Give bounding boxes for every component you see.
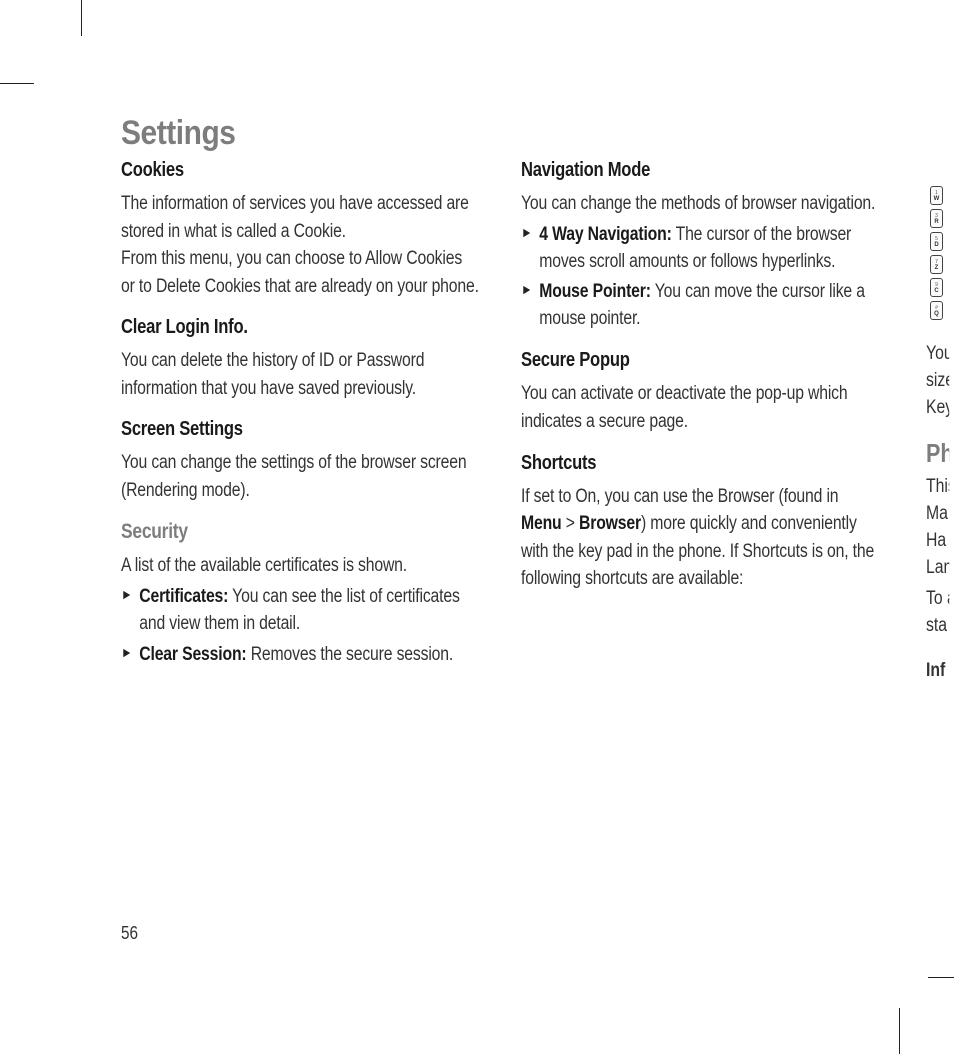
phone-key-icon: 5D xyxy=(930,232,943,251)
peek-text: Ma xyxy=(926,500,949,527)
triangle-bullet-icon: ► xyxy=(521,223,532,243)
text-fragment: > xyxy=(562,513,579,534)
crop-mark xyxy=(0,83,34,84)
bullet-list: ►Certificates: You can see the list of c… xyxy=(121,584,481,669)
heading-clear-login: Clear Login Info. xyxy=(121,316,420,339)
peek-text: Lan xyxy=(926,554,949,581)
body-text: If set to On, you can use the Browser (f… xyxy=(521,483,880,593)
peek-text: sta xyxy=(926,612,949,639)
crop-mark xyxy=(81,0,82,36)
triangle-bullet-icon: ► xyxy=(121,643,132,663)
heading-shortcuts: Shortcuts xyxy=(521,452,820,475)
phone-key-icon: #Q xyxy=(930,301,943,320)
list-item: ►4 Way Navigation: The cursor of the bro… xyxy=(521,222,880,276)
crop-mark xyxy=(899,1008,900,1054)
body-text: The information of services you have acc… xyxy=(121,190,480,245)
left-column: Cookies The information of services you … xyxy=(121,159,481,673)
heading-secure-popup: Secure Popup xyxy=(521,349,820,372)
list-item: ► Clear Session: Removes the secure sessi… xyxy=(121,642,480,669)
body-text: You can activate or deactivate the pop-u… xyxy=(521,380,880,435)
crop-mark xyxy=(928,977,954,978)
right-column: Navigation Mode You can change the metho… xyxy=(521,159,881,673)
bold-label: Certificates: xyxy=(139,586,228,607)
body-text: From this menu, you can choose to Allow … xyxy=(121,245,480,300)
heading-security: Security xyxy=(121,520,420,544)
bullet-list: ►4 Way Navigation: The cursor of the bro… xyxy=(521,222,881,334)
page-title: Settings xyxy=(121,114,790,153)
triangle-bullet-icon: ► xyxy=(121,585,132,605)
bold-label: Browser xyxy=(579,513,641,534)
key-icons-column: 1W 3R 5D 7Z 9C #Q xyxy=(930,186,952,320)
list-item: ►Certificates: You can see the list of c… xyxy=(121,584,480,638)
peek-text: This xyxy=(926,473,949,500)
two-column-layout: Cookies The information of services you … xyxy=(121,159,881,673)
heading-cookies: Cookies xyxy=(121,159,420,182)
bold-label: Clear Session: xyxy=(139,644,246,665)
list-item: ►Mouse Pointer: You can move the cursor … xyxy=(521,279,880,333)
heading-navigation-mode: Navigation Mode xyxy=(521,159,820,182)
peek-text: You xyxy=(926,340,949,367)
peek-text: Key xyxy=(926,394,949,421)
peek-heading: Inf xyxy=(926,657,949,684)
peek-heading: Ph xyxy=(926,435,949,469)
bold-label: Menu xyxy=(521,513,562,534)
text-fragment: If set to On, you can use the Browser (f… xyxy=(521,486,838,507)
page-content: Settings Cookies The information of serv… xyxy=(121,114,881,944)
peek-text: Ha xyxy=(926,527,949,554)
body-text: A list of the available certificates is … xyxy=(121,552,480,580)
peek-text: To a xyxy=(926,585,949,612)
bold-label: 4 Way Navigation: xyxy=(539,224,671,245)
next-page-peek: You size Key Ph This Ma Ha Lan To a sta … xyxy=(926,340,949,684)
phone-key-icon: 1W xyxy=(930,186,943,205)
peek-text: size xyxy=(926,367,949,394)
page-number: 56 xyxy=(121,923,138,944)
phone-key-icon: 9C xyxy=(930,278,943,297)
body-text: You can delete the history of ID or Pass… xyxy=(121,347,480,402)
list-text: Removes the secure session. xyxy=(246,644,453,665)
phone-key-icon: 7Z xyxy=(930,255,943,274)
triangle-bullet-icon: ► xyxy=(521,280,532,300)
heading-screen-settings: Screen Settings xyxy=(121,418,420,441)
body-text: You can change the settings of the brows… xyxy=(121,449,480,504)
phone-key-icon: 3R xyxy=(930,209,943,228)
body-text: You can change the methods of browser na… xyxy=(521,190,880,218)
bold-label: Mouse Pointer: xyxy=(539,281,651,302)
